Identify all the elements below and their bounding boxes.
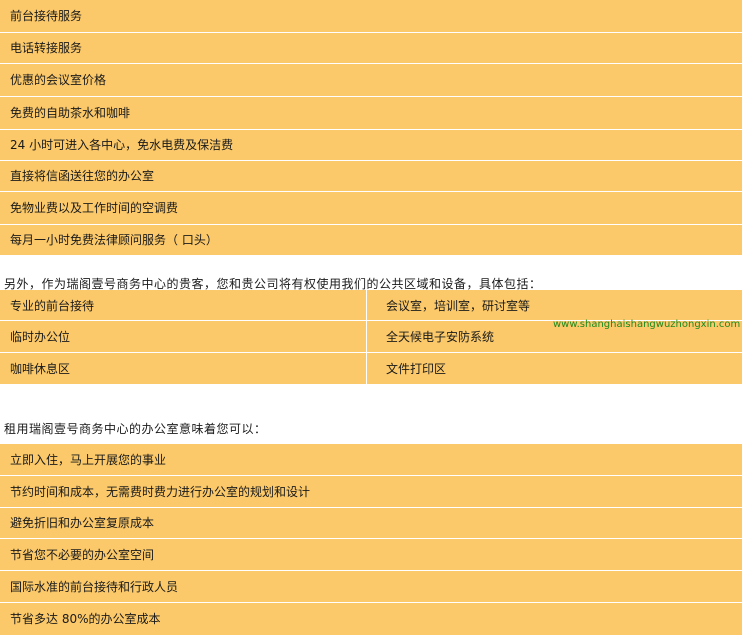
service-item: 前台接待服务 [0,0,742,33]
service-item-text: 每月一小时免费法律顾问服务（ 口头） [10,233,218,247]
benefit-item-text: 国际水准的前台接待和行政人员 [10,579,179,594]
benefit-item: 立即入住，马上开展您的事业 [0,444,742,476]
facility-item: 临时办公位 [0,321,366,353]
facility-item-text: 专业的前台接待 [10,298,95,313]
service-item: 免费的自助茶水和咖啡 [0,97,742,130]
service-item-text: 优惠的会议室价格 [10,73,107,87]
watermark-url: www.shanghaishangwuzhongxin.com [553,319,741,330]
facility-item-text: 咖啡休息区 [10,362,71,376]
service-item-text: 免费的自助茶水和咖啡 [10,106,131,120]
facility-item-text: 临时办公位 [10,330,71,344]
facility-item: 咖啡休息区 [0,353,366,385]
benefit-item: 节约时间和成本，无需费时费力进行办公室的规划和设计 [0,476,742,508]
benefit-item-text: 立即入住，马上开展您的事业 [10,452,167,467]
service-item: 24 小时可进入各中心，免水电费及保洁费 [0,130,742,161]
service-item-text: 免物业费以及工作时间的空调费 [10,201,179,215]
facility-item-text: 会议室，培训室，研讨室等 [386,298,531,313]
service-item: 免物业费以及工作时间的空调费 [0,192,742,225]
service-item: 每月一小时免费法律顾问服务（ 口头） [0,225,742,256]
benefit-item-text: 节省您不必要的办公室空间 [10,547,155,562]
benefit-item: 避免折旧和办公室复原成本 [0,508,742,539]
service-item-text: 前台接待服务 [10,9,83,23]
benefit-item: 节省您不必要的办公室空间 [0,539,742,571]
benefit-item: 国际水准的前台接待和行政人员 [0,571,742,603]
facility-item: 文件打印区 [367,353,742,385]
service-item-text: 直接将信函送往您的办公室 [10,169,155,183]
service-item: 直接将信函送往您的办公室 [0,161,742,192]
facility-item: 会议室，培训室，研讨室等 [367,290,742,321]
benefit-item-text: 节约时间和成本，无需费时费力进行办公室的规划和设计 [10,484,311,499]
service-item: 电话转接服务 [0,33,742,64]
benefit-item-text: 节省多达 80%的办公室成本 [10,612,161,626]
facility-item-text: 全天候电子安防系统 [386,330,495,344]
facility-item: 专业的前台接待 [0,290,366,321]
benefits-intro: 租用瑞阁壹号商务中心的办公室意味着您可以： [4,422,267,436]
facility-item-text: 文件打印区 [386,362,447,376]
service-item-text: 24 小时可进入各中心，免水电费及保洁费 [10,138,234,152]
benefit-item: 节省多达 80%的办公室成本 [0,603,742,636]
service-item-text: 电话转接服务 [10,41,83,55]
service-item: 优惠的会议室价格 [0,64,742,97]
benefit-item-text: 避免折旧和办公室复原成本 [10,516,155,530]
